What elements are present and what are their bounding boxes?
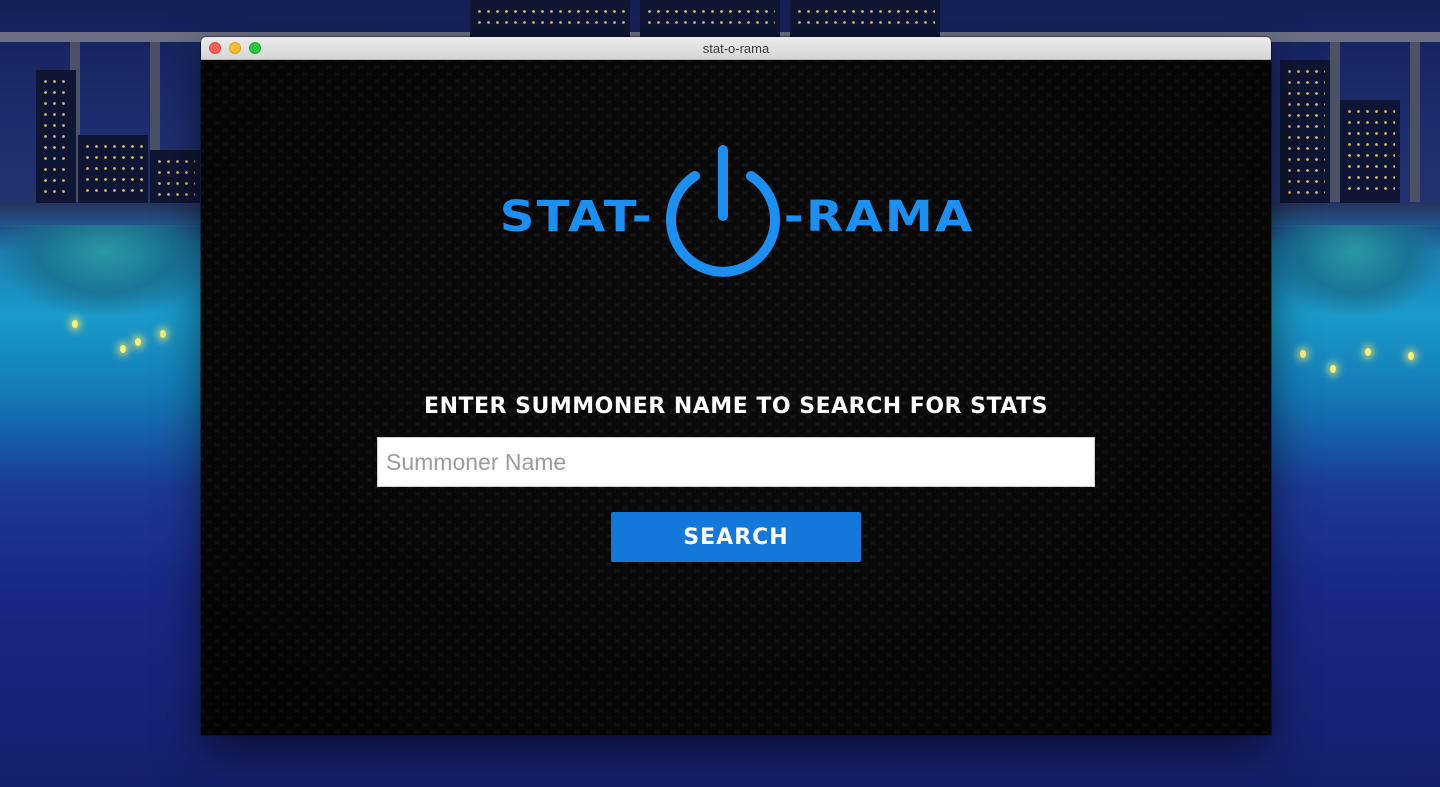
wallpaper-lantern — [120, 345, 126, 353]
app-content: STAT- -RAMA ENTER SUMMONER NAME TO SEARC… — [201, 60, 1271, 735]
wallpaper-lantern — [1365, 348, 1371, 356]
logo-text-left: STAT- — [499, 192, 654, 242]
wallpaper-lantern — [160, 330, 166, 338]
wallpaper-lantern — [135, 338, 141, 346]
window-titlebar[interactable]: stat-o-rama — [201, 37, 1271, 60]
wallpaper-lantern — [1408, 352, 1414, 360]
logo-text-right: -RAMA — [783, 192, 975, 242]
maximize-window-button[interactable] — [249, 42, 261, 54]
wallpaper-building — [640, 0, 780, 40]
wallpaper-bridge-pillar — [1410, 42, 1420, 202]
wallpaper-building — [1340, 100, 1400, 205]
wallpaper-building — [36, 70, 76, 205]
wallpaper-bridge-pillar — [1330, 42, 1340, 202]
app-logo: STAT- -RAMA — [201, 142, 1271, 292]
wallpaper-lantern — [1330, 365, 1336, 373]
search-prompt: ENTER SUMMONER NAME TO SEARCH FOR STATS — [424, 394, 1048, 419]
search-button[interactable]: SEARCH — [611, 512, 861, 562]
app-window: stat-o-rama STAT- -RAMA ENTER SUMMONER N… — [201, 37, 1271, 735]
wallpaper-reflection — [1270, 225, 1440, 315]
power-icon — [665, 145, 780, 277]
wallpaper-lantern — [72, 320, 78, 328]
minimize-window-button[interactable] — [229, 42, 241, 54]
window-controls — [209, 42, 261, 54]
wallpaper-building — [78, 135, 148, 205]
wallpaper-building — [1280, 60, 1330, 205]
wallpaper-reflection — [0, 225, 210, 315]
wallpaper-lantern — [1300, 350, 1306, 358]
summoner-name-input[interactable] — [377, 437, 1095, 487]
close-window-button[interactable] — [209, 42, 221, 54]
wallpaper-building — [470, 0, 630, 40]
wallpaper-building — [150, 150, 200, 205]
wallpaper-building — [790, 0, 940, 40]
window-title: stat-o-rama — [702, 40, 770, 56]
